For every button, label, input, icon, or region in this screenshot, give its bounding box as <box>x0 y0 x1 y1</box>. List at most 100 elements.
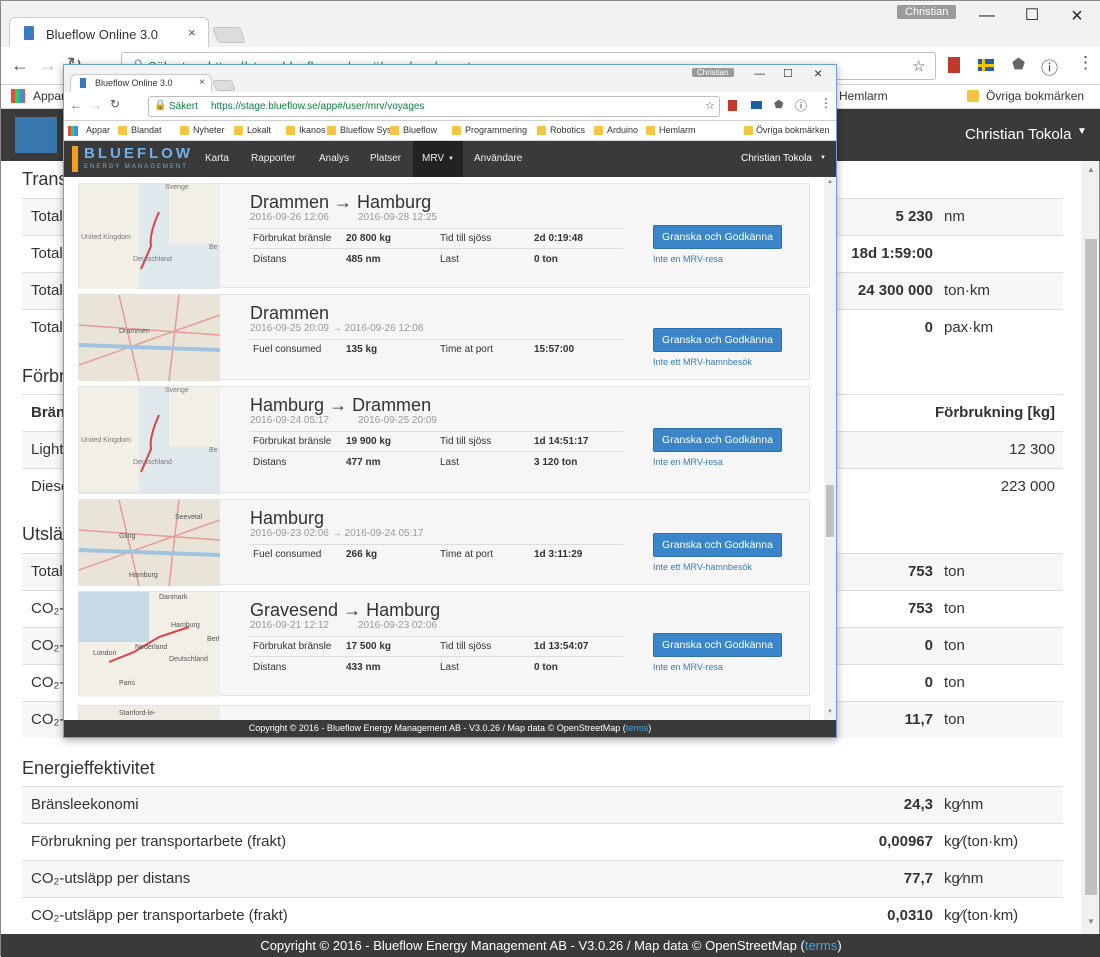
voyage-map[interactable]: Drammen <box>79 295 220 381</box>
front-forward-arrow-icon[interactable]: → <box>90 98 102 112</box>
not-mrv-link[interactable]: Inte en MRV-resa <box>653 662 723 672</box>
voyage-map[interactable]: Gling Seevetal Hamburg <box>79 500 220 586</box>
port-dates: 2016-09-23 02:06 → 2016-09-24 05:17 <box>250 528 424 539</box>
menu-dots-icon[interactable]: ⋮ <box>1077 53 1094 73</box>
review-approve-button[interactable]: Granska och Godkänna <box>653 328 782 352</box>
review-approve-button[interactable]: Granska och Godkänna <box>653 428 782 452</box>
front-minimize-icon[interactable]: — <box>754 68 765 80</box>
nav-item-rapporter[interactable]: Rapporter <box>251 153 295 164</box>
front-scroll-down-icon[interactable]: ▼ <box>827 709 833 715</box>
front-scrollbar[interactable]: ▲ ▼ <box>824 177 836 720</box>
review-approve-button[interactable]: Granska och Godkänna <box>653 633 782 657</box>
bookmark-item[interactable]: Blandat <box>131 125 162 135</box>
bookmark-other[interactable]: Övriga bokmärken <box>756 125 830 135</box>
bookmark-folder-icon <box>118 126 127 135</box>
front-back-arrow-icon[interactable]: ← <box>70 98 82 112</box>
close-window-icon[interactable]: × <box>1054 5 1100 28</box>
sweden-flag-icon[interactable] <box>978 59 994 71</box>
ghost-extension-icon[interactable]: ⬟ <box>1012 55 1025 73</box>
nav-item-platser[interactable]: Platser <box>370 153 401 164</box>
bookmark-item[interactable]: Blueflow Sys <box>340 125 392 135</box>
front-extension-icon[interactable] <box>728 100 737 111</box>
front-menu-dots-icon[interactable]: ⋮ <box>820 96 832 110</box>
row-value: 18d 1:59:00 <box>851 245 933 262</box>
stat-value: 433 nm <box>346 662 381 673</box>
voyage-map[interactable]: Sverige United Kingdom Deutschland Be <box>79 387 220 494</box>
front-close-window-icon[interactable]: × <box>814 65 822 81</box>
front-info-icon[interactable]: ⓘ <box>795 97 807 114</box>
row-unit: ton·km <box>944 282 990 299</box>
stat-label: Förbrukat bränsle <box>253 436 332 447</box>
back-arrow-icon[interactable]: ← <box>11 55 29 76</box>
not-mrv-link[interactable]: Inte en MRV-resa <box>653 254 723 264</box>
voyage-map[interactable]: Stanford-le- <box>79 706 220 720</box>
front-maximize-icon[interactable]: ☐ <box>783 67 793 80</box>
review-approve-button[interactable]: Granska och Godkänna <box>653 533 782 557</box>
nav-item-analys[interactable]: Analys <box>319 153 349 164</box>
front-address-bar[interactable]: 🔒 Säkert https://stage.blueflow.se/app#/… <box>148 96 720 117</box>
not-mrv-link[interactable]: Inte en MRV-resa <box>653 457 723 467</box>
nav-item-karta[interactable]: Karta <box>205 153 229 164</box>
front-app-navbar: BLUEFLOW ENERGY MANAGEMENT Karta Rapporte… <box>64 141 836 177</box>
page-scrollbar[interactable]: ▲ ▼ <box>1083 161 1099 934</box>
bookmark-item[interactable]: Blueflow <box>403 125 437 135</box>
bookmark-item[interactable]: Arduino <box>607 125 638 135</box>
star-icon[interactable]: ☆ <box>912 57 925 75</box>
info-icon[interactable]: ⓘ <box>1041 54 1058 79</box>
browser-tab[interactable]: Blueflow Online 3.0 × <box>9 17 209 47</box>
front-browser-tab[interactable]: Blueflow Online 3.0 × <box>70 74 212 92</box>
bookmark-item[interactable]: Hemlarm <box>659 125 696 135</box>
user-menu[interactable]: Christian Tokola <box>965 126 1071 143</box>
stat-label: Tid till sjöss <box>440 436 492 447</box>
scroll-up-icon[interactable]: ▲ <box>1087 165 1095 174</box>
front-scroll-thumb[interactable] <box>826 485 834 537</box>
nav-item-användare[interactable]: Användare <box>474 153 522 164</box>
front-new-tab-button[interactable] <box>211 80 237 91</box>
bookmark-hemlarm[interactable]: Hemlarm <box>839 89 888 103</box>
row-label: Total <box>31 282 63 299</box>
stat-label: Fuel consumed <box>253 344 322 355</box>
map-label: Be <box>209 447 218 454</box>
scroll-down-icon[interactable]: ▼ <box>1087 917 1095 926</box>
bookmark-item[interactable]: Programmering <box>465 125 527 135</box>
bookmark-item[interactable]: Robotics <box>550 125 585 135</box>
front-sweden-flag-icon[interactable] <box>751 101 762 109</box>
row-value: 0,0310 <box>887 907 933 924</box>
maximize-icon[interactable]: ☐ <box>1009 5 1055 25</box>
caret-down-icon: ▼ <box>1077 126 1087 137</box>
voyage-map[interactable]: Sverige United Kingdom Deutschland Be <box>79 184 220 289</box>
row-unit: ton <box>944 711 965 728</box>
profile-chip[interactable]: Christian <box>897 5 957 19</box>
footer-terms-link[interactable]: terms <box>805 938 838 953</box>
front-user-menu[interactable]: Christian Tokola <box>741 153 812 164</box>
front-close-tab-icon[interactable]: × <box>199 77 205 88</box>
stat-label: Time at port <box>440 344 493 355</box>
nav-item-mrv[interactable]: MRV <box>422 153 444 164</box>
row-unit: ton <box>944 674 965 691</box>
not-mrv-link[interactable]: Inte ett MRV-hamnbesök <box>653 357 752 367</box>
front-reload-icon[interactable]: ↻ <box>110 97 120 111</box>
front-profile-chip[interactable]: Christian <box>692 68 734 77</box>
bookmark-other[interactable]: Övriga bokmärken <box>986 89 1084 103</box>
front-scroll-up-icon[interactable]: ▲ <box>827 179 833 185</box>
close-tab-icon[interactable]: × <box>188 25 196 40</box>
minimize-icon[interactable]: — <box>964 7 1010 25</box>
front-bookmarks-bar: Appar Blandat Nyheter Lokalt Ikanos Blueflow … <box>64 121 836 141</box>
not-mrv-link[interactable]: Inte ett MRV-hamnbesök <box>653 562 752 572</box>
scroll-thumb[interactable] <box>1085 239 1097 895</box>
forward-arrow-icon[interactable]: → <box>39 55 57 76</box>
front-footer-text: Copyright © 2016 - Blueflow Energy Manag… <box>248 723 626 733</box>
bookmark-item[interactable]: Nyheter <box>193 125 225 135</box>
bookmark-item[interactable]: Lokalt <box>247 125 271 135</box>
bookmark-item[interactable]: Ikanos <box>299 125 326 135</box>
front-footer-terms-link[interactable]: terms <box>626 723 649 733</box>
review-approve-button[interactable]: Granska och Godkänna <box>653 225 782 249</box>
bookmark-item[interactable]: Appar <box>86 125 110 135</box>
front-ghost-extension-icon[interactable]: ⬟ <box>774 98 784 111</box>
bookmark-apps[interactable]: Appar <box>33 89 65 103</box>
front-star-icon[interactable]: ☆ <box>705 99 715 112</box>
voyage-list: Sverige United Kingdom Deutschland Be Dra… <box>64 177 836 720</box>
extension-icon[interactable] <box>948 57 960 73</box>
new-tab-button[interactable] <box>212 27 246 43</box>
voyage-map[interactable]: Danmark Hamburg Berl London Nederland Deutsch… <box>79 592 220 697</box>
